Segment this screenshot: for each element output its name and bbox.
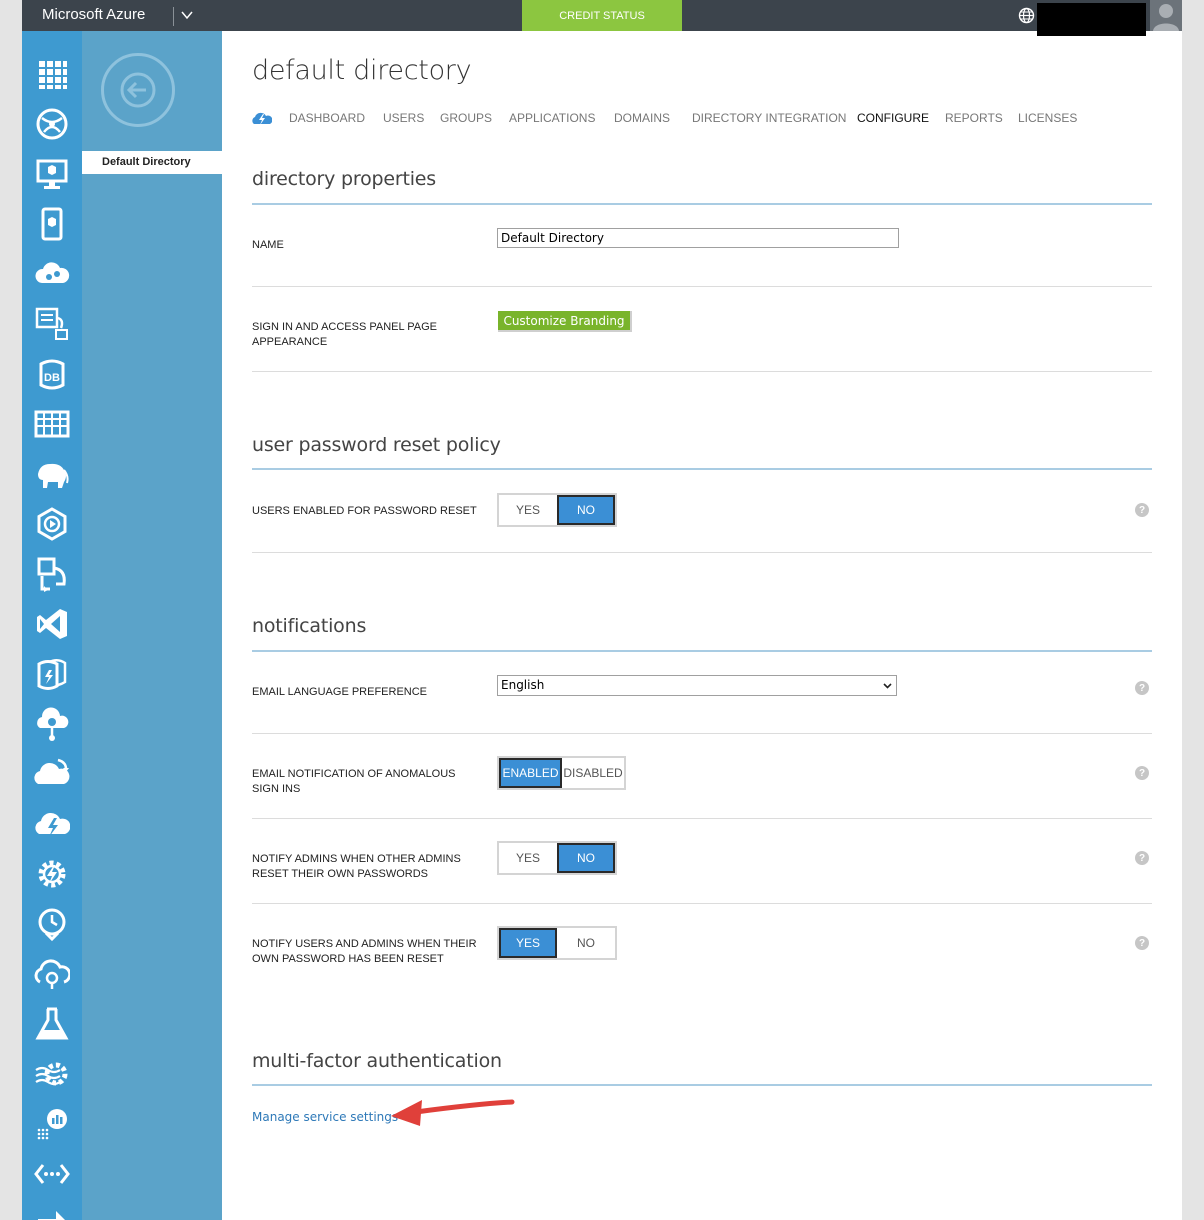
hdinsight-icon[interactable] [34,456,70,492]
anomalous-sign-ins-toggle: ENABLED DISABLED [497,756,626,790]
arrow-left-icon [120,72,156,108]
tab-licenses[interactable]: LICENSES [1018,111,1077,125]
networks-icon[interactable] [34,1156,70,1192]
service-bus-icon[interactable] [34,556,70,592]
password-reset-toggle: YES NO [497,493,617,527]
redacted-account-name [1037,3,1146,36]
tab-configure[interactable]: CONFIGURE [857,111,929,125]
notify-admins-label: NOTIFY ADMINS WHEN OTHER ADMINS RESET TH… [252,853,461,880]
notify-users-yes-option[interactable]: YES [499,928,557,958]
cache-icon[interactable] [34,656,70,692]
users-enabled-password-reset-label: USERS ENABLED FOR PASSWORD RESET [252,505,477,517]
batch-services-icon[interactable] [34,306,70,342]
password-reset-yes-option[interactable]: YES [499,495,557,525]
azure-portal-window: Microsoft Azure CREDIT STATUS DB Default… [22,0,1182,1220]
row-divider [252,818,1152,819]
help-icon[interactable]: ? [1135,503,1149,517]
row-divider [252,903,1152,904]
anomalous-enabled-option[interactable]: ENABLED [499,758,562,788]
anomalous-disabled-option[interactable]: DISABLED [562,758,624,788]
row-divider [252,552,1152,553]
notify-admins-yes-option[interactable]: YES [499,843,557,873]
notify-admins-toggle: YES NO [497,841,617,875]
service-icon-rail: DB [22,31,82,1220]
tab-applications[interactable]: APPLICATIONS [509,111,595,125]
email-language-select[interactable]: English [497,675,897,696]
tab-groups[interactable]: GROUPS [440,111,492,125]
secondary-nav: Default Directory [82,31,222,1220]
notify-users-label: NOTIFY USERS AND ADMINS WHEN THEIR OWN P… [252,938,477,965]
email-language-label: EMAIL LANGUAGE PREFERENCE [252,686,428,698]
appearance-label: SIGN IN AND ACCESS PANEL PAGE APPEARANCE [252,321,438,348]
section-title-notifications: notifications [252,615,367,637]
anomalous-sign-ins-label: EMAIL NOTIFICATION OF ANOMALOUS SIGN INS [252,768,456,795]
api-management-icon[interactable] [34,956,70,992]
all-items-icon[interactable] [34,56,70,92]
back-button[interactable] [101,53,175,127]
row-divider [252,286,1152,287]
avatar[interactable] [1150,0,1182,31]
virtual-machines-icon[interactable] [34,156,70,192]
page-title: default directory [252,55,472,86]
section-title-mfa: multi-factor authentication [252,1050,502,1072]
user-silhouette-icon [1153,4,1179,31]
tab-domains[interactable]: DOMAINS [614,111,670,125]
web-sites-icon[interactable] [34,106,70,142]
annotation-arrow-icon [391,1099,515,1126]
cloud-services-icon[interactable] [34,256,70,292]
section-title-directory-properties: directory properties [252,168,436,190]
tab-reports[interactable]: REPORTS [945,111,1003,125]
recovery-services-icon[interactable] [34,756,70,792]
tab-directory-integration[interactable]: DIRECTORY INTEGRATION [692,111,846,125]
chevron-down-icon [883,683,892,689]
cdn-icon[interactable] [34,806,70,842]
email-language-value: English [501,678,545,692]
active-directory-icon [252,112,272,125]
stream-analytics-icon[interactable] [34,1056,70,1092]
tab-dashboard[interactable]: DASHBOARD [289,111,365,125]
section-title-password-reset: user password reset policy [252,434,501,456]
section-divider [252,203,1152,205]
name-label: NAME [252,239,284,251]
password-reset-no-option[interactable]: NO [557,495,615,525]
section-divider [252,1084,1152,1086]
media-services-icon[interactable] [34,506,70,542]
scheduler-icon[interactable] [34,906,70,942]
mobile-services-icon[interactable] [34,206,70,242]
brand-divider [173,7,174,26]
subnav-item-default-directory[interactable]: Default Directory [82,151,222,174]
automation-icon[interactable] [34,856,70,892]
section-divider [252,468,1152,470]
help-icon[interactable]: ? [1135,766,1149,780]
customize-branding-button[interactable]: Customize Branding [498,311,632,332]
storage-icon[interactable] [34,406,70,442]
chevron-down-icon[interactable] [180,8,194,22]
visual-studio-online-icon[interactable] [34,606,70,642]
directory-name-input[interactable] [497,228,899,248]
top-bar: Microsoft Azure CREDIT STATUS [22,0,1182,36]
tab-users[interactable]: USERS [383,111,424,125]
sql-databases-icon[interactable]: DB [34,356,70,392]
machine-learning-icon[interactable] [34,1006,70,1042]
notify-admins-no-option[interactable]: NO [557,843,615,873]
notify-users-no-option[interactable]: NO [557,928,615,958]
row-divider [252,733,1152,734]
manage-service-settings-link[interactable]: Manage service settings [252,1110,398,1124]
traffic-manager-icon[interactable] [34,1203,70,1220]
help-icon[interactable]: ? [1135,936,1149,950]
help-icon[interactable]: ? [1135,681,1149,695]
notify-users-toggle: YES NO [497,926,617,960]
biztalk-services-icon[interactable] [34,706,70,742]
section-divider [252,650,1152,652]
globe-icon[interactable] [1018,7,1035,24]
brand-title[interactable]: Microsoft Azure [42,6,145,23]
svg-text:DB: DB [44,372,60,384]
credit-status-button[interactable]: CREDIT STATUS [522,0,682,31]
help-icon[interactable]: ? [1135,851,1149,865]
row-divider [252,371,1152,372]
operational-insights-icon[interactable] [34,1106,70,1142]
